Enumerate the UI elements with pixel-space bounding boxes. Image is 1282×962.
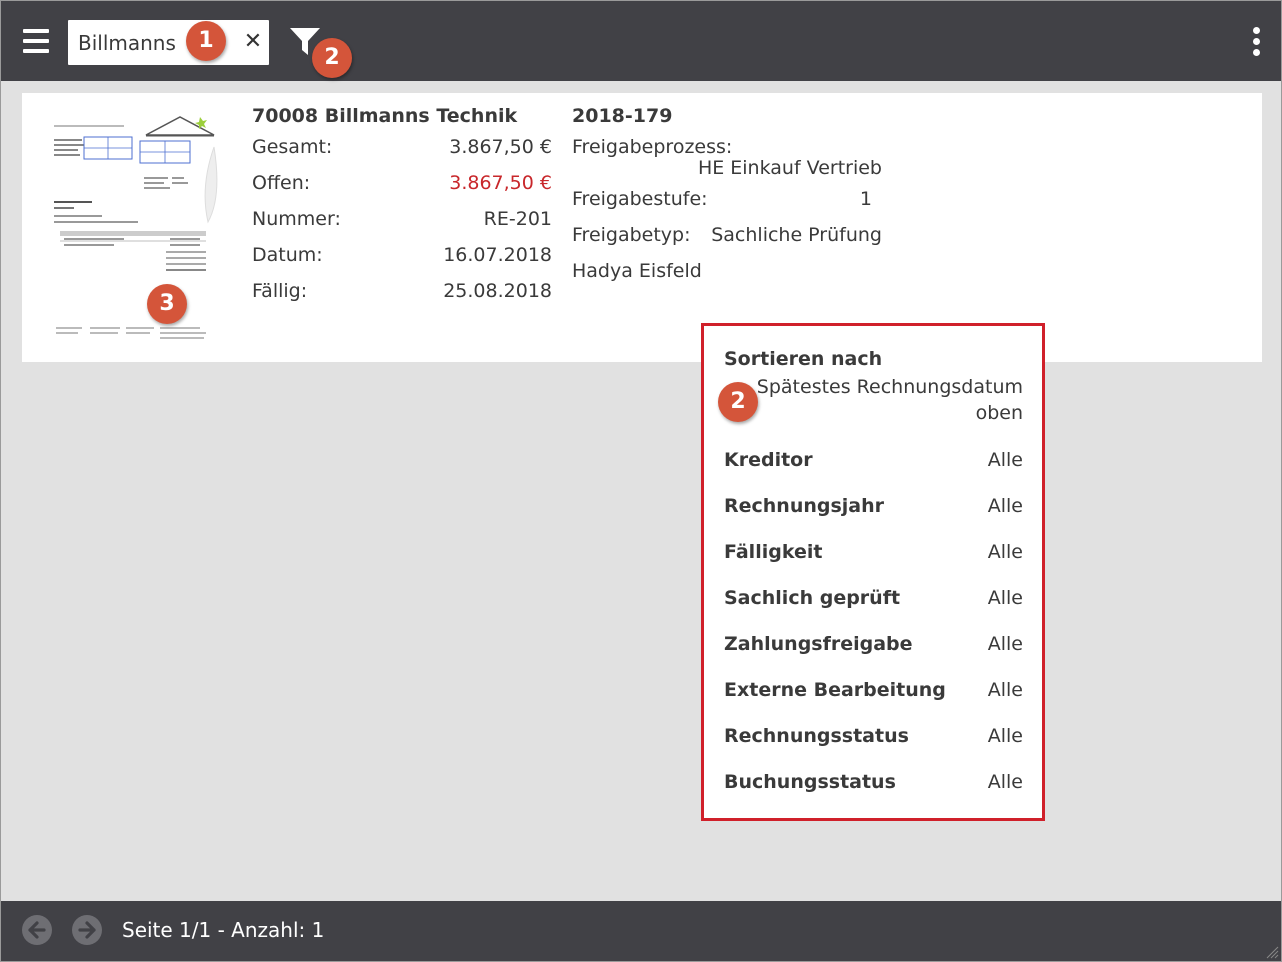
number-value: RE-201	[483, 208, 552, 230]
filter-label: Externe Bearbeitung	[724, 679, 946, 701]
callout-badge-2: 2	[312, 38, 352, 78]
filter-value: Alle	[987, 633, 1023, 655]
reference-title: 2018-179	[572, 105, 673, 127]
filter-panel: Sortieren nach Spätestes Rechnungsdatum …	[701, 323, 1045, 821]
filter-value: Alle	[987, 587, 1023, 609]
date-label: Datum:	[252, 244, 323, 266]
detail-row-open: Offen: 3.867,50 €	[252, 165, 552, 201]
filter-value: Alle	[987, 495, 1023, 517]
callout-badge-3: 3	[147, 284, 187, 324]
filter-label: Kreditor	[724, 449, 813, 471]
filter-value: Alle	[987, 679, 1023, 701]
pagination-bar: Seite 1/1 - Anzahl: 1	[1, 901, 1281, 961]
filter-row-rechnungsjahr[interactable]: Rechnungsjahr Alle	[724, 491, 1023, 521]
clear-search-icon[interactable]: ✕	[242, 29, 264, 55]
approval-level-value: 1	[859, 188, 872, 210]
filter-value: Alle	[987, 725, 1023, 747]
filter-label: Rechnungsjahr	[724, 495, 885, 517]
filter-label: Fälligkeit	[724, 541, 823, 563]
filter-row-buchungsstatus[interactable]: Buchungsstatus Alle	[724, 767, 1023, 797]
filter-value: Alle	[987, 771, 1023, 793]
filter-label: Rechnungsstatus	[724, 725, 909, 747]
menu-icon[interactable]	[23, 29, 49, 53]
open-label: Offen:	[252, 172, 311, 194]
approval-details: 2018-179 Freigabeprozess: HE Einkauf Ver…	[572, 103, 882, 289]
arrow-left-icon	[28, 921, 46, 939]
sort-value[interactable]: Spätestes Rechnungsdatum oben	[743, 374, 1023, 426]
detail-row-due: Fällig: 25.08.2018	[252, 273, 552, 309]
search-input[interactable]	[78, 29, 198, 57]
invoice-card[interactable]: 3 70008 Billmanns Technik Gesamt: 3.867,…	[22, 93, 1262, 362]
sort-label[interactable]: Sortieren nach	[724, 348, 882, 370]
page-info: Seite 1/1 - Anzahl: 1	[122, 918, 325, 942]
detail-row-date: Datum: 16.07.2018	[252, 237, 552, 273]
filter-label: Buchungsstatus	[724, 771, 896, 793]
approval-level-label: Freigabestufe:	[572, 188, 708, 210]
due-value: 25.08.2018	[443, 280, 552, 302]
date-value: 16.07.2018	[443, 244, 552, 266]
callout-badge-2-panel: 2	[718, 382, 758, 422]
approval-type-label: Freigabetyp:	[572, 224, 691, 246]
creditor-title: 70008 Billmanns Technik	[252, 105, 518, 127]
filter-row-rechnungsstatus[interactable]: Rechnungsstatus Alle	[724, 721, 1023, 751]
approval-type-value: Sachliche Prüfung	[711, 224, 882, 246]
filter-label: Sachlich geprüft	[724, 587, 901, 609]
approver-name: Hadya Eisfeld	[572, 260, 702, 282]
resize-grip-icon[interactable]	[1265, 945, 1279, 959]
filter-row-sachlich-geprueft[interactable]: Sachlich geprüft Alle	[724, 583, 1023, 613]
detail-row-number: Nummer: RE-201	[252, 201, 552, 237]
approval-type-row: Freigabetyp: Sachliche Prüfung	[572, 217, 882, 253]
filter-row-zahlungsfreigabe[interactable]: Zahlungsfreigabe Alle	[724, 629, 1023, 659]
approver-row: Hadya Eisfeld	[572, 253, 882, 289]
approval-process-value: HE Einkauf Vertrieb	[697, 157, 882, 179]
detail-row-total: Gesamt: 3.867,50 €	[252, 129, 552, 165]
next-page-button[interactable]	[72, 915, 102, 945]
top-toolbar: ✕ 1 2	[1, 1, 1281, 81]
more-options-icon[interactable]	[1250, 27, 1264, 59]
arrow-right-icon	[78, 921, 96, 939]
open-value: 3.867,50 €	[449, 172, 552, 194]
approval-level-row: Freigabestufe: 1	[572, 181, 882, 217]
invoice-details: 70008 Billmanns Technik Gesamt: 3.867,50…	[252, 103, 552, 309]
total-value: 3.867,50 €	[449, 136, 552, 158]
filter-label: Zahlungsfreigabe	[724, 633, 913, 655]
total-label: Gesamt:	[252, 136, 333, 158]
filter-value: Alle	[987, 541, 1023, 563]
previous-page-button[interactable]	[22, 915, 52, 945]
search-field[interactable]: ✕	[68, 20, 269, 65]
callout-badge-1: 1	[186, 21, 226, 61]
due-label: Fällig:	[252, 280, 308, 302]
filter-value: Alle	[987, 449, 1023, 471]
invoice-thumbnail[interactable]	[50, 107, 222, 345]
filter-row-kreditor[interactable]: Kreditor Alle	[724, 445, 1023, 475]
number-label: Nummer:	[252, 208, 341, 230]
filter-row-faelligkeit[interactable]: Fälligkeit Alle	[724, 537, 1023, 567]
filter-row-externe-bearbeitung[interactable]: Externe Bearbeitung Alle	[724, 675, 1023, 705]
approval-process-value-row: HE Einkauf Vertrieb	[572, 155, 882, 181]
